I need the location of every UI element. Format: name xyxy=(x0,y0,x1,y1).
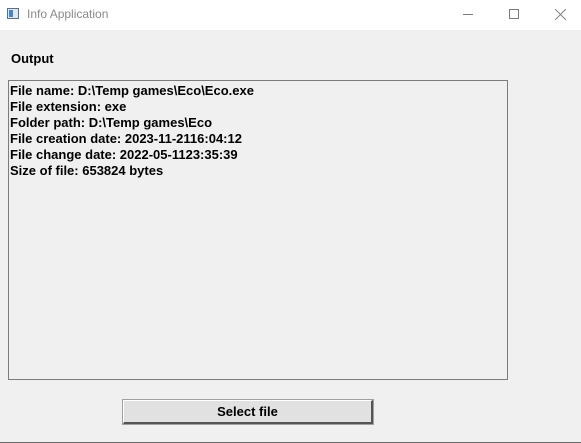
output-line-change-date: File change date: 2022-05-1123:35:39 xyxy=(10,147,238,162)
maximize-icon xyxy=(509,9,519,19)
maximize-button[interactable] xyxy=(491,0,537,30)
minimize-button[interactable] xyxy=(445,0,491,30)
select-file-button[interactable]: Select file xyxy=(122,399,374,425)
window-title: Info Application xyxy=(27,7,109,21)
title-bar[interactable]: Info Application xyxy=(0,0,581,30)
output-line-file-name: File name: D:\Temp games\Eco\Eco.exe xyxy=(10,83,254,98)
output-line-creation-date: File creation date: 2023-11-2116:04:12 xyxy=(10,131,242,146)
output-line-folder-path: Folder path: D:\Temp games\Eco xyxy=(10,115,213,130)
output-line-file-extension: File extension: exe xyxy=(10,99,127,114)
output-line-file-size: Size of file: 653824 bytes xyxy=(10,163,164,178)
output-textbox[interactable]: File name: D:\Temp games\Eco\Eco.exe Fil… xyxy=(8,80,508,380)
minimize-icon xyxy=(463,14,473,15)
close-button[interactable] xyxy=(537,0,581,30)
app-window: Info Application Output File name: D:\Te… xyxy=(0,0,581,443)
output-label: Output xyxy=(11,51,54,66)
app-window-icon xyxy=(7,8,19,19)
close-icon xyxy=(554,8,567,21)
